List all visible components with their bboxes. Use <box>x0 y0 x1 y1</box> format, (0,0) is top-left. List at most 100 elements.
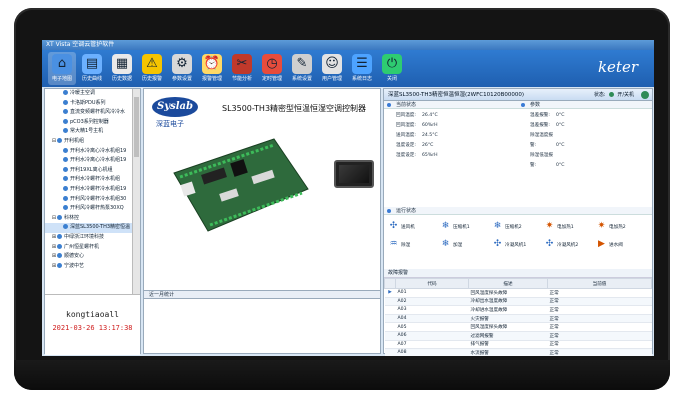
kv-key: 送风温度: <box>396 133 416 138</box>
current-user: kongtiaoall <box>66 310 119 319</box>
kv-value: 65%rH <box>422 153 438 158</box>
tree-item-label: 宁波中艺 <box>64 262 85 269</box>
run-status-label: 加湿 <box>453 243 463 248</box>
hmi-screen-image <box>334 160 374 188</box>
toolbar-button-5[interactable]: ⏰ 报警管理 <box>198 52 226 85</box>
tree-item[interactable]: ⊟ 科林控 <box>45 214 133 224</box>
table-cell-desc: 回风湿度探头故障 <box>468 322 548 332</box>
section-bullet-icon <box>387 209 391 213</box>
toolbar-button-2[interactable]: ▦ 历史数据 <box>108 52 136 85</box>
table-row[interactable]: A07 排气报警 正常 <box>384 340 652 350</box>
toolbar-button-9[interactable]: ☺ 用户管理 <box>318 52 346 85</box>
tree-item[interactable]: 直流变频螺杆机风冷冷水 <box>45 108 133 118</box>
expand-toggle-icon[interactable]: ⊞ <box>51 243 57 253</box>
tree-item[interactable]: 深蓝SL3500-TH3精密恒温 <box>45 223 133 233</box>
table-row[interactable]: ▶ A01 回风温度探头故障 正常 <box>384 288 652 298</box>
device-node-icon <box>63 166 68 172</box>
tree-item[interactable]: ⊞ 顺德安心 <box>45 252 133 262</box>
product-panel: Syslab 深蓝电子 SL3500-TH3精密型恒温恒湿空调控制器 近一月统计 <box>143 88 381 354</box>
tree-item[interactable]: 开利19XL离心机组 <box>45 166 133 176</box>
run-status-label: 除湿 <box>401 243 411 248</box>
run-status-item: ❄ 压缩机1 <box>440 221 488 235</box>
toolbar-button-11[interactable]: ⏻ 关闭 <box>378 52 406 85</box>
tree-item[interactable]: ⊞ 中绿浙江环境科技 <box>45 233 133 243</box>
calendar-icon: ▦ <box>112 54 132 74</box>
kv-value: 24.5°C <box>422 133 438 138</box>
tree-item[interactable]: 开利水冷离心冷水机组19 <box>45 156 133 166</box>
toolbar-button-6[interactable]: ✂ 节能分析 <box>228 52 256 85</box>
toolbar-button-10[interactable]: ☰ 系统日志 <box>348 52 376 85</box>
row-marker <box>384 340 396 350</box>
expand-toggle-icon[interactable]: ⊟ <box>51 137 57 147</box>
toolbar-button-0[interactable]: ⌂ 电子地图 <box>48 52 76 85</box>
tree-item-label: 开利机组 <box>64 137 85 144</box>
kv-row: 回风温度: 26.4°C <box>396 111 438 121</box>
snow-icon: ❄ <box>441 221 450 231</box>
toolbar-button-1[interactable]: ▤ 历史曲线 <box>78 52 106 85</box>
kv-row: 温差报警: 0°C <box>530 111 564 121</box>
logo-subtitle: 深蓝电子 <box>156 120 184 128</box>
status-label: 状态: <box>593 92 606 98</box>
tree-item[interactable]: 开利风冷螺杆冷水机组30 <box>45 195 133 205</box>
tree-item[interactable]: pCO3系列控制器 <box>45 118 133 128</box>
run-status-item: ✣ 冷凝风机1 <box>492 239 540 253</box>
tree-item[interactable]: 常大精1号主机 <box>45 127 133 137</box>
kv-value: 26°C <box>422 143 434 148</box>
expand-toggle-icon[interactable]: ⊟ <box>51 214 57 224</box>
expand-toggle-icon[interactable]: ⊞ <box>51 252 57 262</box>
run-status-label: 电加热1 <box>557 225 574 230</box>
run-status-item: ✷ 电加热2 <box>596 221 644 235</box>
clock-icon: ◷ <box>262 54 282 74</box>
run-status-label: 电加热2 <box>609 225 626 230</box>
scroll-thumb[interactable] <box>134 97 139 157</box>
device-node-icon <box>63 109 68 115</box>
expand-toggle-icon[interactable]: ⊞ <box>51 262 57 272</box>
power-toggle-icon[interactable] <box>641 91 649 99</box>
chart-icon: ▤ <box>82 54 102 74</box>
run-status-item: ▶ 进水阀 <box>596 239 644 253</box>
table-row[interactable]: A02 冷却出水温度故障 正常 <box>384 297 652 307</box>
toolbar-button-8[interactable]: ✎ 系统设置 <box>288 52 316 85</box>
row-marker <box>384 305 396 315</box>
device-node-icon <box>57 233 62 239</box>
column-header-desc[interactable]: 描述 <box>468 278 548 289</box>
trend-section-header[interactable]: 近一月统计 <box>144 290 380 299</box>
table-row[interactable]: A08 水流报警 正常 <box>384 348 652 356</box>
table-row[interactable]: A06 过滤网报警 正常 <box>384 331 652 341</box>
table-cell-desc: 水流报警 <box>468 348 548 356</box>
toolbar-button-4[interactable]: ⚙ 参数设置 <box>168 52 196 85</box>
tree-item-label: 开利水冷螺杆冷水机组 <box>70 176 121 183</box>
tree-item[interactable]: 开利风冷螺杆热泵30XQ <box>45 204 133 214</box>
toolbar-button-3[interactable]: ⚠ 历史报警 <box>138 52 166 85</box>
tree-item[interactable]: 开利水冷离心冷水机组19 <box>45 147 133 157</box>
tree-scrollbar[interactable] <box>132 89 140 294</box>
kv-key: 回风温度: <box>396 113 416 118</box>
tree-item[interactable]: 开利水冷螺杆冷水机组19 <box>45 185 133 195</box>
tree-item[interactable]: ⊞ 宁波中艺 <box>45 262 133 272</box>
row-marker <box>384 322 396 332</box>
toolbar-button-7[interactable]: ◷ 定时管理 <box>258 52 286 85</box>
tree-item[interactable]: ⊞ 广州恒星螺杆机 <box>45 243 133 253</box>
power-icon: ⏻ <box>382 54 402 74</box>
tree-item[interactable]: ⊟ 开利机组 <box>45 137 133 147</box>
toolbar-button-label: 电子地图 <box>51 76 72 82</box>
syslab-logo: Syslab <box>152 97 198 117</box>
table-cell-val: 正常 <box>547 331 652 341</box>
users-icon: ☺ <box>322 54 342 74</box>
device-node-icon <box>63 90 68 95</box>
run-status-label: 冷凝风机1 <box>505 243 527 248</box>
kv-row: 温度设定: 26°C <box>396 141 438 151</box>
column-header-value[interactable]: 当前值 <box>547 278 652 289</box>
expand-toggle-icon[interactable]: ⊞ <box>51 233 57 243</box>
column-header-code[interactable]: 代码 <box>395 278 469 289</box>
table-row[interactable]: A04 火灾报警 正常 <box>384 314 652 324</box>
table-row[interactable]: A03 冷却进水温度故障 正常 <box>384 305 652 315</box>
run-status-item: ❄ 压缩机2 <box>492 221 540 235</box>
table-row[interactable]: A05 回风湿度探头故障 正常 <box>384 322 652 332</box>
tree-item[interactable]: 开利水冷螺杆冷水机组 <box>45 175 133 185</box>
tree-item[interactable]: 卡洛斯PDU系列 <box>45 99 133 109</box>
tree-item[interactable]: 冷暖主空调 <box>45 89 133 99</box>
kv-row: 回风湿度: 60%rH <box>396 121 438 131</box>
tree-item-label: 冷暖主空调 <box>70 90 96 96</box>
table-cell-desc: 排气报警 <box>468 340 548 350</box>
